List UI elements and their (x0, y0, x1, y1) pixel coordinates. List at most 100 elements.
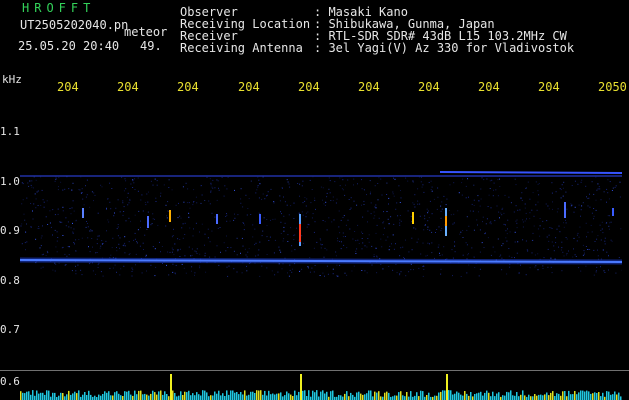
noise-dot (461, 182, 463, 184)
noise-dot (587, 197, 589, 199)
noise-dot (159, 241, 160, 243)
noise-dot (515, 220, 517, 222)
noise-dot (131, 267, 133, 269)
noise-dot (127, 204, 129, 206)
noise-dot (91, 230, 93, 232)
noise-dot (481, 242, 483, 244)
noise-dot (307, 223, 309, 225)
noise-dot (266, 225, 268, 227)
noise-dot (332, 273, 334, 275)
noise-dot (73, 228, 75, 230)
amplitude-bar (134, 390, 136, 400)
noise-dot (114, 264, 116, 266)
noise-dot (525, 188, 526, 189)
noise-dot (268, 240, 270, 241)
noise-dot (240, 202, 242, 204)
noise-dot (608, 225, 610, 227)
noise-dot (546, 236, 548, 238)
noise-dot (462, 237, 464, 238)
noise-dot (247, 208, 249, 209)
noise-dot (344, 236, 346, 237)
noise-dot (606, 201, 607, 203)
noise-dot (196, 202, 198, 204)
noise-dot (281, 187, 283, 189)
noise-dot (229, 220, 231, 222)
noise-dot (75, 239, 77, 241)
noise-dot (315, 208, 316, 210)
noise-dot (188, 212, 190, 214)
noise-dot (445, 204, 447, 206)
noise-dot (507, 228, 508, 230)
amplitude-bar (506, 391, 508, 400)
noise-dot (145, 256, 147, 258)
noise-dot (259, 241, 261, 243)
noise-dot (454, 245, 456, 247)
noise-dot (457, 210, 459, 212)
noise-dot (615, 272, 617, 274)
amplitude-bar (62, 393, 64, 400)
noise-dot (67, 246, 69, 247)
amplitude-bar (230, 390, 232, 400)
noise-dot (21, 203, 23, 205)
noise-dot (408, 251, 410, 253)
noise-dot (54, 214, 56, 216)
noise-dot (180, 217, 182, 219)
noise-dot (178, 202, 179, 204)
noise-dot (106, 207, 107, 209)
noise-dot (414, 206, 416, 208)
noise-dot (116, 271, 117, 273)
noise-dot (473, 199, 475, 201)
noise-dot (124, 236, 126, 238)
noise-dot (55, 246, 57, 248)
noise-dot (277, 271, 279, 273)
noise-dot (62, 206, 64, 208)
noise-dot (419, 203, 421, 205)
noise-dot (422, 275, 424, 277)
noise-dot (254, 244, 256, 246)
noise-dot (301, 211, 303, 213)
noise-dot (283, 226, 285, 228)
noise-dot (546, 220, 548, 222)
noise-dot (387, 218, 389, 220)
amplitude-bar (100, 395, 102, 400)
noise-dot (352, 238, 354, 240)
noise-dot (134, 214, 136, 216)
noise-dot (123, 211, 125, 212)
noise-dot (507, 219, 509, 221)
noise-dot (72, 182, 74, 184)
noise-dot (413, 269, 414, 271)
noise-dot (294, 249, 296, 251)
noise-dot (116, 228, 118, 230)
amplitude-bar (598, 392, 600, 400)
noise-dot (340, 219, 342, 221)
noise-dot (417, 238, 419, 240)
noise-dot (287, 241, 289, 242)
noise-dot (283, 196, 284, 198)
noise-dot (46, 200, 48, 202)
noise-dot (597, 235, 599, 237)
noise-dot (414, 194, 416, 196)
noise-dot (320, 247, 322, 249)
noise-dot (68, 188, 70, 190)
noise-dot (355, 250, 357, 252)
noise-dot (42, 253, 44, 255)
noise-dot (364, 245, 366, 247)
noise-dot (606, 251, 608, 253)
noise-dot (582, 202, 584, 204)
noise-dot (566, 253, 568, 254)
noise-dot (382, 222, 384, 224)
noise-dot (199, 267, 201, 269)
noise-dot (537, 253, 539, 255)
noise-dot (266, 219, 268, 220)
noise-dot (538, 183, 540, 184)
noise-dot (467, 178, 469, 180)
noise-dot (438, 244, 440, 246)
noise-dot (440, 210, 442, 212)
noise-dot (36, 191, 38, 193)
noise-dot (561, 270, 563, 272)
noise-dot (293, 239, 295, 240)
noise-dot (440, 273, 442, 275)
noise-dot (273, 252, 275, 254)
amplitude-bar (380, 396, 382, 400)
amplitude-bar (542, 395, 544, 400)
